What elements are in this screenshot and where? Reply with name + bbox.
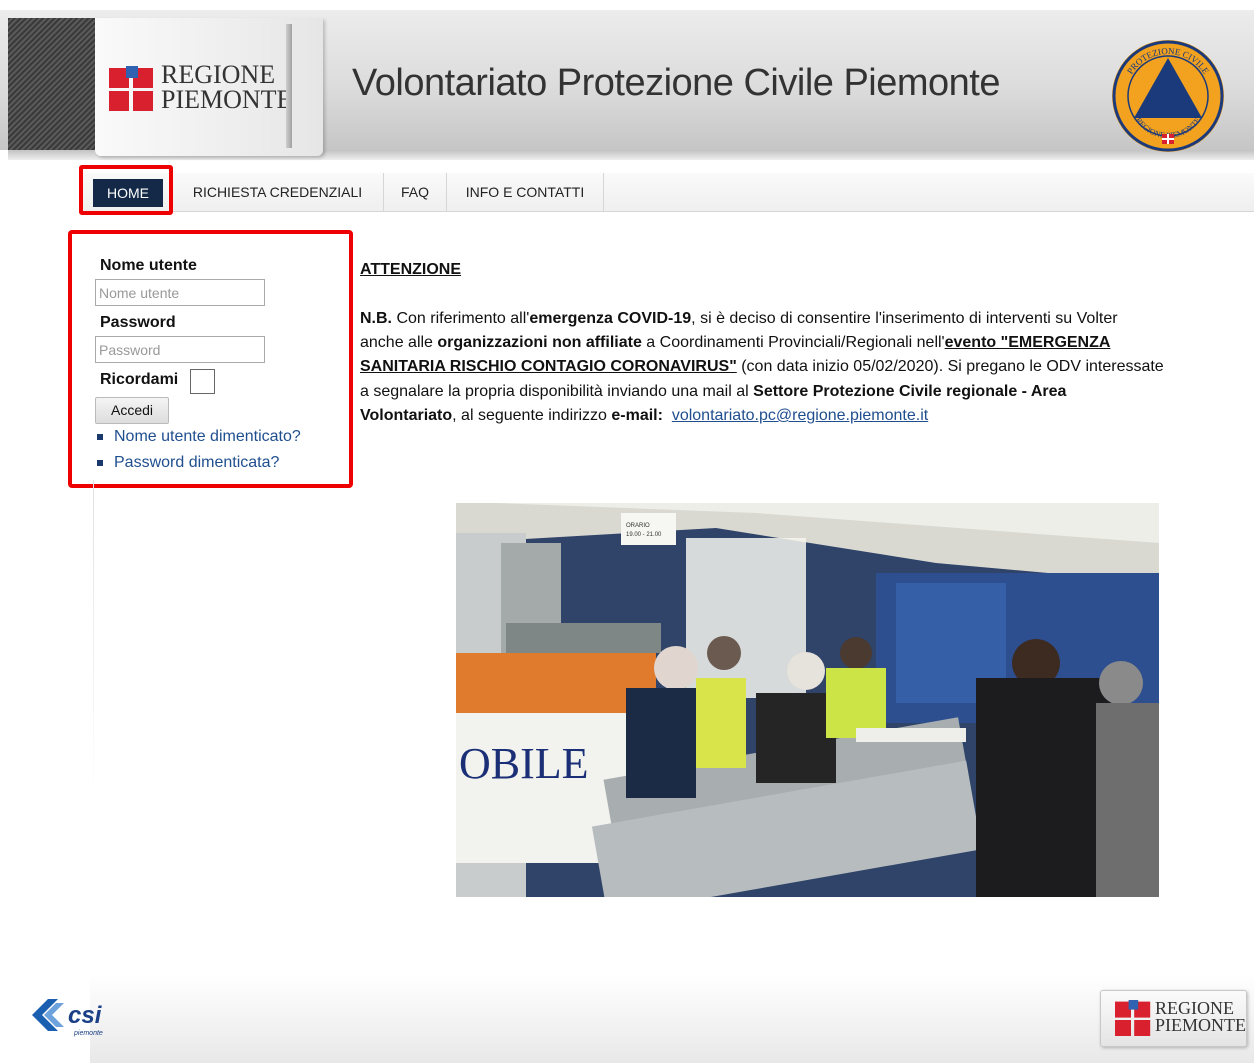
truck-text: OBILE [459, 739, 589, 788]
csi-logo-subtext: piemonte [73, 1030, 103, 1037]
main-nav: RICHIESTA CREDENZIALI FAQ INFO E CONTATT… [80, 173, 1254, 212]
nav-item-info-contatti[interactable]: INFO E CONTATTI [447, 173, 604, 211]
photo-sign-line-1: ORARIO [626, 523, 650, 529]
notice-line-3: SANITARIA RISCHIO CONTAGIO CORONAVIRUS" … [360, 358, 1164, 375]
highlight-login-box [68, 230, 353, 488]
footer-band [90, 975, 1254, 1063]
nav-item-faq[interactable]: FAQ [384, 173, 447, 211]
csi-logo-text: csi [68, 1002, 103, 1029]
footer-logo-line-piemonte: PIEMONTE [1155, 1015, 1246, 1036]
logo-line-regione: REGIONE [161, 60, 276, 89]
protezione-civile-emblem-icon: PROTEZIONE CIVILE REGIONE PIEMONTE [1112, 40, 1224, 152]
photo-sign-line-2: 19.00 - 21.00 [626, 532, 662, 538]
logo-line-piemonte: PIEMONTE [161, 84, 293, 114]
notice-line-1: N.B. Con riferimento all'emergenza COVID… [360, 310, 1118, 327]
notice-line-2: anche alle organizzazioni non affiliate … [360, 334, 1111, 351]
email-link[interactable]: volontariato.pc@regione.piemonte.it [672, 407, 928, 424]
logo-divider [286, 24, 292, 148]
csi-piemonte-logo[interactable]: csi piemonte [30, 993, 120, 1038]
sidebar-divider [93, 480, 94, 800]
header-stripe-pattern [8, 18, 98, 150]
nav-item-richiesta-credenziali[interactable]: RICHIESTA CREDENZIALI [172, 173, 384, 211]
piemonte-flag-icon [109, 66, 155, 111]
highlight-home [79, 165, 173, 215]
piemonte-flag-icon [1115, 1000, 1152, 1036]
footer-regione-piemonte-logo[interactable]: REGIONE PIEMONTE [1100, 990, 1247, 1047]
notice-line-5: Volontariato, al seguente indirizzo e-ma… [360, 407, 929, 424]
notice-heading: ATTENZIONE [360, 261, 462, 278]
site-title: Volontariato Protezione Civile Piemonte [352, 62, 1001, 104]
notice-line-4: a segnalare la propria disponibilità inv… [360, 383, 1067, 400]
volunteers-photo: OBILE ORARIO 19.00 - 21.00 [456, 503, 1159, 897]
